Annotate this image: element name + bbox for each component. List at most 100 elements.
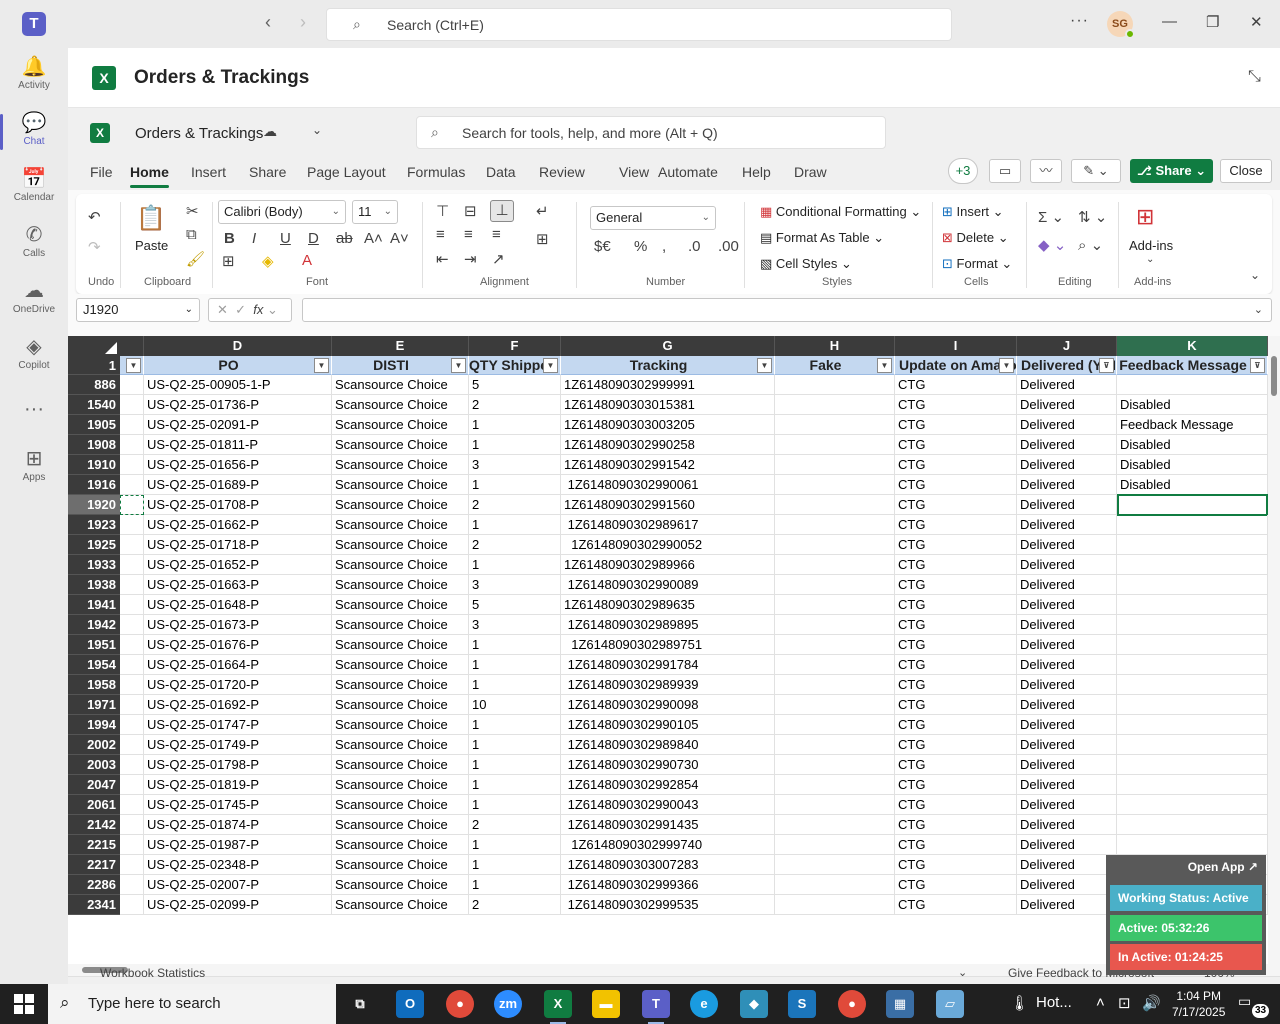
table-cell-disti[interactable]: Scansource Choice bbox=[332, 395, 469, 415]
borders-icon[interactable]: ⊞ bbox=[222, 252, 235, 270]
row-number[interactable]: 886 bbox=[68, 375, 120, 395]
teams-taskbar-icon[interactable]: T bbox=[642, 990, 670, 1024]
row-number[interactable]: 1 bbox=[68, 356, 120, 375]
table-cell[interactable] bbox=[120, 455, 144, 475]
filter-dropdown-icon[interactable]: ▼ bbox=[877, 358, 892, 373]
row-number[interactable]: 1540 bbox=[68, 395, 120, 415]
rail-item-copilot[interactable]: ◈ Copilot bbox=[0, 334, 68, 371]
table-cell-qty[interactable]: 2 bbox=[469, 895, 561, 915]
table-cell-qty[interactable]: 2 bbox=[469, 495, 561, 515]
table-cell-tracking[interactable]: 1Z6148090302990258 bbox=[561, 435, 775, 455]
cut-icon[interactable]: ✂ bbox=[186, 202, 199, 220]
table-cell-po[interactable]: US-Q2-25-01736-P bbox=[144, 395, 332, 415]
chrome-profile-icon[interactable]: ● bbox=[838, 990, 866, 1018]
table-cell-amazon[interactable]: CTG bbox=[895, 375, 1017, 395]
table-cell-po[interactable]: US-Q2-25-02091-P bbox=[144, 415, 332, 435]
table-cell-disti[interactable]: Scansource Choice bbox=[332, 655, 469, 675]
restore-icon[interactable]: ❐ bbox=[1206, 13, 1219, 31]
orientation-icon[interactable]: ↗ bbox=[492, 250, 505, 268]
table-header-update-on-amazon[interactable]: Update on Amazon ▼ bbox=[895, 356, 1017, 375]
table-cell-qty[interactable]: 10 bbox=[469, 695, 561, 715]
table-cell-po[interactable]: US-Q2-25-01663-P bbox=[144, 575, 332, 595]
table-cell-amazon[interactable]: CTG bbox=[895, 415, 1017, 435]
paste-icon[interactable]: 📋 bbox=[136, 204, 166, 233]
table-cell-fake[interactable] bbox=[775, 475, 895, 495]
teams-logo-icon[interactable]: T bbox=[22, 12, 46, 36]
table-cell-amazon[interactable]: CTG bbox=[895, 795, 1017, 815]
table-cell-po[interactable]: US-Q2-25-01676-P bbox=[144, 635, 332, 655]
table-cell[interactable] bbox=[120, 415, 144, 435]
row-number[interactable]: 2002 bbox=[68, 735, 120, 755]
table-cell-delivered[interactable]: Delivered bbox=[1017, 875, 1117, 895]
table-cell-disti[interactable]: Scansource Choice bbox=[332, 735, 469, 755]
table-cell-amazon[interactable]: CTG bbox=[895, 815, 1017, 835]
table-cell-fake[interactable] bbox=[775, 715, 895, 735]
table-cell-disti[interactable]: Scansource Choice bbox=[332, 475, 469, 495]
row-number[interactable]: 1905 bbox=[68, 415, 120, 435]
table-cell-disti[interactable]: Scansource Choice bbox=[332, 455, 469, 475]
table-cell-delivered[interactable]: Delivered bbox=[1017, 895, 1117, 915]
table-cell[interactable] bbox=[120, 835, 144, 855]
table-cell-feedback[interactable] bbox=[1117, 715, 1268, 735]
table-cell-qty[interactable]: 1 bbox=[469, 715, 561, 735]
table-cell-delivered[interactable]: Delivered bbox=[1017, 595, 1117, 615]
table-header-po[interactable]: PO ▼ bbox=[144, 356, 332, 375]
table-cell-tracking[interactable]: 1Z6148090303015381 bbox=[561, 395, 775, 415]
table-cell-po[interactable]: US-Q2-25-01652-P bbox=[144, 555, 332, 575]
table-cell-fake[interactable] bbox=[775, 515, 895, 535]
table-cell-qty[interactable]: 1 bbox=[469, 675, 561, 695]
row-number[interactable]: 1941 bbox=[68, 595, 120, 615]
app-icon[interactable]: ◆ bbox=[740, 990, 768, 1018]
row-number[interactable]: 1925 bbox=[68, 535, 120, 555]
table-cell-tracking[interactable]: 1Z6148090302990105 bbox=[561, 715, 775, 735]
table-cell-fake[interactable] bbox=[775, 435, 895, 455]
notepad-icon[interactable]: ▱ bbox=[936, 990, 964, 1018]
format-cells-button[interactable]: ⊡ Format ⌄ bbox=[942, 256, 1012, 272]
table-cell-disti[interactable]: Scansource Choice bbox=[332, 675, 469, 695]
table-cell-po[interactable]: US-Q2-25-01689-P bbox=[144, 475, 332, 495]
autosum-icon[interactable]: Σ ⌄ bbox=[1038, 208, 1064, 226]
table-cell-amazon[interactable]: CTG bbox=[895, 875, 1017, 895]
table-cell[interactable] bbox=[120, 735, 144, 755]
weather-text[interactable]: Hot... bbox=[1036, 994, 1072, 1011]
table-cell-tracking[interactable]: 1Z6148090302999535 bbox=[561, 895, 775, 915]
double-underline-icon[interactable]: D bbox=[308, 230, 319, 247]
table-cell-po[interactable]: US-Q2-25-01664-P bbox=[144, 655, 332, 675]
table-cell-qty[interactable]: 5 bbox=[469, 595, 561, 615]
filter-dropdown-icon[interactable]: ▼ bbox=[126, 358, 141, 373]
table-cell-feedback[interactable] bbox=[1117, 735, 1268, 755]
table-cell-disti[interactable]: Scansource Choice bbox=[332, 435, 469, 455]
table-header-qty-shipped[interactable]: QTY Shipped ▼ bbox=[469, 356, 561, 375]
filter-dropdown-icon[interactable]: ▼ bbox=[543, 358, 558, 373]
forward-arrow-icon[interactable]: › bbox=[300, 12, 306, 33]
menu-tab-page-layout[interactable]: Page Layout bbox=[307, 164, 386, 180]
rail-item-calendar[interactable]: 📅 Calendar bbox=[0, 166, 68, 203]
table-cell-tracking[interactable]: 1Z6148090302990052 bbox=[561, 535, 775, 555]
table-cell-tracking[interactable]: 1Z6148090302991784 bbox=[561, 655, 775, 675]
table-cell-qty[interactable]: 5 bbox=[469, 375, 561, 395]
sort-filter-icon[interactable]: ⇅ ⌄ bbox=[1078, 208, 1107, 226]
scroll-thumb[interactable] bbox=[1271, 356, 1277, 396]
row-number[interactable]: 1942 bbox=[68, 615, 120, 635]
table-cell-delivered[interactable]: Delivered bbox=[1017, 815, 1117, 835]
table-cell-feedback[interactable] bbox=[1117, 615, 1268, 635]
table-cell-delivered[interactable]: Delivered bbox=[1017, 835, 1117, 855]
table-cell-tracking[interactable]: 1Z6148090303003205 bbox=[561, 415, 775, 435]
table-cell-amazon[interactable]: CTG bbox=[895, 395, 1017, 415]
outlook-icon[interactable]: O bbox=[396, 990, 424, 1018]
table-cell-po[interactable]: US-Q2-25-01673-P bbox=[144, 615, 332, 635]
format-painter-icon[interactable]: 🖌 bbox=[186, 250, 205, 268]
table-cell-po[interactable]: US-Q2-25-01747-P bbox=[144, 715, 332, 735]
table-cell-feedback[interactable] bbox=[1117, 835, 1268, 855]
fx-icon[interactable]: fx bbox=[253, 302, 263, 317]
table-cell-disti[interactable]: Scansource Choice bbox=[332, 695, 469, 715]
table-cell-tracking[interactable]: 1Z6148090302989939 bbox=[561, 675, 775, 695]
align-bottom-icon[interactable]: ⊥ bbox=[490, 200, 514, 222]
table-cell-po[interactable]: US-Q2-25-01819-P bbox=[144, 775, 332, 795]
table-cell-delivered[interactable]: Delivered bbox=[1017, 655, 1117, 675]
table-cell-amazon[interactable]: CTG bbox=[895, 715, 1017, 735]
table-cell[interactable] bbox=[120, 435, 144, 455]
rail-item-chat[interactable]: 💬 Chat bbox=[0, 110, 68, 150]
table-cell-amazon[interactable]: CTG bbox=[895, 755, 1017, 775]
row-number[interactable]: 2142 bbox=[68, 815, 120, 835]
